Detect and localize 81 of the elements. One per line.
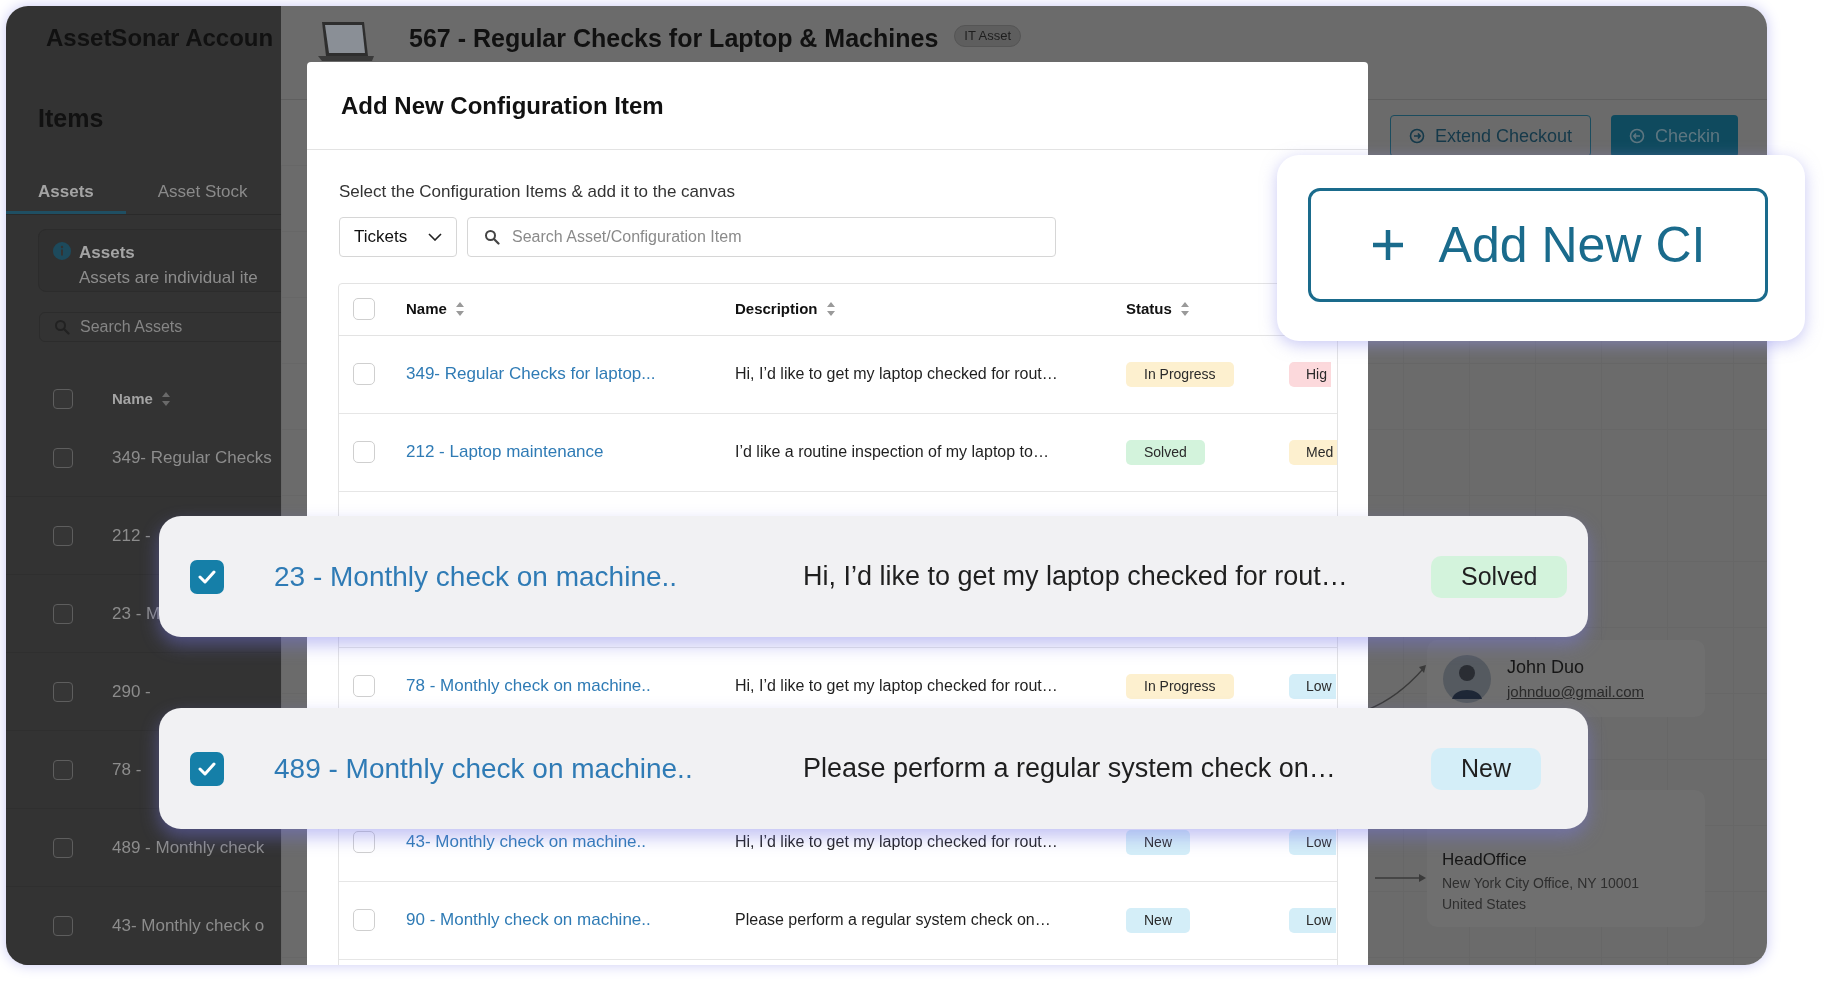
table-cell-text: 489 - Monthly check (112, 836, 265, 859)
sort-icon[interactable] (825, 301, 836, 317)
instruction-text: Select the Configuration Items & add it to the canvas (339, 181, 736, 203)
table-cell: Hi, I’d like to get my laptop checked for rout… (735, 677, 1058, 694)
status-tag: New (1126, 829, 1190, 855)
check-icon (198, 761, 216, 776)
priority-tag: Hig (1289, 361, 1331, 387)
table-cell-text: 78 - (112, 758, 142, 781)
check-icon (198, 569, 216, 584)
checkbox[interactable] (53, 603, 73, 624)
status-tag: New (1431, 747, 1541, 790)
plus-icon (1370, 228, 1405, 262)
checkbox[interactable] (53, 525, 73, 546)
person-card[interactable]: John Duo johnduo@gmail.com (1427, 640, 1705, 717)
column-header[interactable]: Description (735, 297, 818, 321)
search-icon (484, 228, 500, 245)
info-icon (53, 241, 71, 260)
tab[interactable]: Asset Stock (125, 173, 280, 214)
dialog-title: Add New Configuration Item (341, 90, 664, 121)
status-tag: New (1126, 907, 1190, 933)
person-name: John Duo (1507, 655, 1586, 679)
location-name: HeadOffice (1442, 849, 1528, 871)
sort-icon[interactable] (454, 301, 465, 317)
item-link[interactable]: 349- Regular Checks for laptop... (406, 364, 656, 384)
page-title: 567 - Regular Checks for Laptop & Machines (409, 23, 939, 54)
priority-tag: Low (1289, 673, 1336, 699)
item-description: Hi, I’d like to get my laptop checked for rout… (803, 560, 1349, 594)
item-link[interactable]: 212 - Laptop maintenance (406, 442, 604, 462)
checkbox[interactable] (53, 681, 73, 702)
highlighted-row-card[interactable]: 23 - Monthly check on machine.. Hi, I’d like to get my laptop checked for rout… Solved (159, 516, 1588, 637)
highlighted-row-card[interactable]: 489 - Monthly check on machine.. Please perform a regular system check on… New (159, 708, 1588, 829)
priority-tag: Low (1289, 907, 1336, 933)
arrow-circle-icon (1628, 128, 1645, 144)
column-header: Name (112, 388, 153, 409)
address-line: United States (1442, 894, 1528, 914)
status-tag: Solved (1126, 439, 1205, 465)
item-link[interactable]: 43- Monthly check on machine.. (406, 832, 646, 852)
item-link[interactable]: 489 - Monthly check on machine.. (274, 747, 803, 790)
info-text: Assets are individual ite (79, 267, 258, 289)
table-cell-text: 290 - (112, 680, 151, 703)
priority-tag: Low (1289, 829, 1336, 855)
info-title: Assets (79, 241, 136, 264)
tab[interactable]: Assets (6, 173, 126, 214)
table-cell: Please perform a regular system check on… (735, 911, 1051, 928)
table-cell-text: 212 - (112, 524, 151, 547)
table-cell: Hi, I’d like to get my laptop checked for rout… (735, 365, 1058, 382)
connector-arrow (1375, 872, 1427, 884)
priority-tag: Med (1289, 439, 1337, 465)
sort-icon[interactable] (160, 390, 171, 407)
item-link[interactable]: 78 - Monthly check on machine.. (406, 676, 651, 696)
search-field[interactable]: Search Assets (39, 311, 281, 342)
checkbox[interactable] (190, 751, 224, 786)
arrow-circle-icon (1408, 128, 1425, 144)
checkbox[interactable] (53, 759, 73, 780)
table-cell-text: 349- Regular Checks (112, 446, 272, 469)
avatar-icon (1443, 654, 1491, 703)
column-header[interactable]: Name (406, 297, 447, 321)
table-cell: Hi, I’d like to get my laptop checked for rout… (735, 833, 1058, 850)
type-dropdown[interactable]: Tickets (339, 216, 457, 257)
table-cell-text: 43- Monthly check o (112, 914, 265, 937)
table-cell-text: 23 - M (112, 602, 161, 625)
sort-icon[interactable] (1179, 301, 1190, 317)
checkbox[interactable] (53, 447, 73, 468)
table-cell: I’d like a routine inspection of my laptop to… (735, 443, 1049, 460)
add-new-ci-button[interactable]: Add New CI (1308, 188, 1768, 302)
search-field[interactable]: Search Asset/Configuration Item (467, 216, 1056, 257)
status-tag: In Progress (1126, 361, 1234, 387)
address-line: New York City Office, NY 10001 (1442, 873, 1641, 893)
checkbox[interactable] (53, 837, 73, 858)
item-link[interactable]: 90 - Monthly check on machine.. (406, 910, 651, 930)
item-link[interactable]: 23 - Monthly check on machine.. (274, 555, 803, 598)
status-tag: In Progress (1126, 673, 1234, 699)
checkbox[interactable] (53, 388, 73, 409)
item-description: Please perform a regular system check on… (803, 752, 1337, 786)
asset-tag: IT Asset (954, 25, 1022, 47)
chevron-icon (428, 232, 442, 241)
status-tag: Solved (1431, 555, 1568, 598)
column-header[interactable]: Status (1126, 297, 1172, 321)
checkbox[interactable] (190, 559, 224, 594)
checkbox[interactable] (53, 915, 73, 936)
email-link[interactable]: johnduo@gmail.com (1507, 680, 1644, 704)
